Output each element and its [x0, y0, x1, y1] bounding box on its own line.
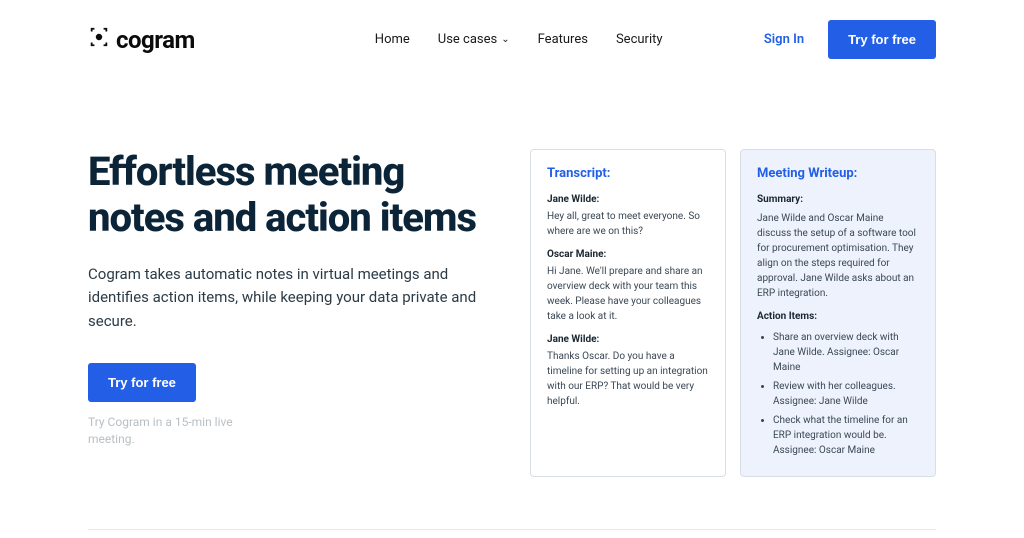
writeup-title: Meeting Writeup: — [757, 164, 919, 184]
action-items-list: Share an overview deck with Jane Wilde. … — [757, 330, 919, 458]
sign-in-link[interactable]: Sign In — [764, 32, 804, 47]
writeup-panel: Meeting Writeup: Summary: Jane Wilde and… — [740, 149, 936, 477]
transcript-speaker: Jane Wilde: — [547, 332, 709, 347]
action-item: Check what the timeline for an ERP integ… — [773, 413, 919, 458]
action-items-label: Action Items: — [757, 309, 919, 324]
logo-icon — [88, 26, 110, 54]
summary-text: Jane Wilde and Oscar Maine discuss the s… — [757, 211, 919, 301]
summary-label: Summary: — [757, 192, 919, 207]
hero-title: Effortless meeting notes and action item… — [88, 149, 480, 241]
transcript-text: Hi Jane. We'll prepare and share an over… — [547, 264, 709, 324]
action-item: Review with her colleagues. Assignee: Ja… — [773, 379, 919, 409]
chevron-down-icon: ⌄ — [501, 34, 509, 45]
hero: Effortless meeting notes and action item… — [0, 69, 1024, 507]
nav-use-cases[interactable]: Use cases ⌄ — [438, 32, 510, 47]
header-actions: Sign In Try for free — [764, 20, 936, 59]
panels: Transcript: Jane Wilde: Hey all, great t… — [530, 149, 936, 477]
hero-try-free-button[interactable]: Try for free — [88, 363, 196, 402]
nav-features[interactable]: Features — [538, 32, 588, 47]
nav: Home Use cases ⌄ Features Security — [375, 32, 663, 47]
hero-content: Effortless meeting notes and action item… — [88, 149, 480, 477]
divider — [88, 529, 936, 530]
hero-cta-wrap: Try for free — [88, 363, 480, 402]
transcript-text: Hey all, great to meet everyone. So wher… — [547, 209, 709, 239]
divider-wrap — [0, 529, 1024, 530]
nav-home[interactable]: Home — [375, 32, 410, 47]
hero-note: Try Cogram in a 15-min live meeting. — [88, 414, 268, 448]
logo-text: cogram — [116, 26, 195, 54]
transcript-panel: Transcript: Jane Wilde: Hey all, great t… — [530, 149, 726, 477]
logo[interactable]: cogram — [88, 26, 195, 54]
try-free-button[interactable]: Try for free — [828, 20, 936, 59]
nav-security[interactable]: Security — [616, 32, 663, 47]
action-item: Share an overview deck with Jane Wilde. … — [773, 330, 919, 375]
transcript-speaker: Jane Wilde: — [547, 192, 709, 207]
transcript-text: Thanks Oscar. Do you have a timeline for… — [547, 349, 709, 409]
header: cogram Home Use cases ⌄ Features Securit… — [0, 0, 1024, 69]
transcript-title: Transcript: — [547, 164, 709, 184]
hero-subtitle: Cogram takes automatic notes in virtual … — [88, 263, 480, 333]
transcript-speaker: Oscar Maine: — [547, 247, 709, 262]
